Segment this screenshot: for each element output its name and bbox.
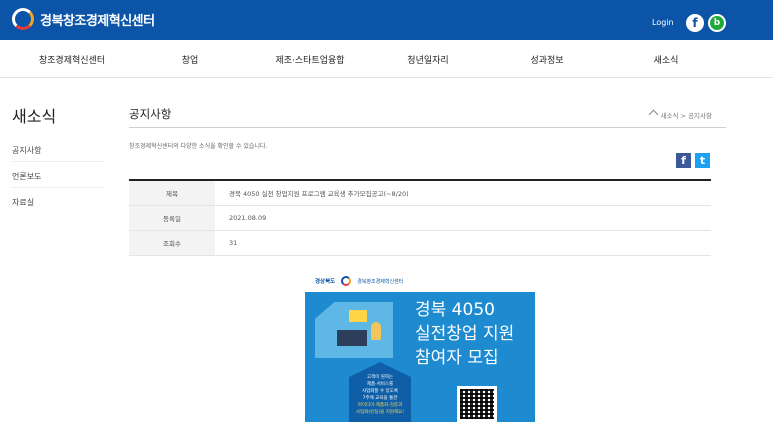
band-icon: b — [710, 16, 724, 30]
poster-center-text: 7주에 교육을 통한 — [362, 396, 398, 401]
poster-center-highlight: 아이디어·제품화·검증과 — [357, 403, 403, 408]
poster-title-line2: 실전창업 지원 — [415, 324, 515, 344]
poster-org2: 경북창조경제혁신센터 — [357, 278, 404, 285]
poster-title-line3: 참여자 모집 — [415, 348, 499, 368]
main-nav: 창조경제혁신센터 창업 제조·스타트업융합 청년일자리 성과정보 새소식 — [0, 40, 773, 78]
share-twitter-icon[interactable]: t — [695, 153, 710, 168]
info-value-views: 31 — [229, 239, 238, 247]
info-key-subject: 제목 — [129, 181, 215, 205]
info-key-views: 조회수 — [129, 231, 215, 255]
poster-image: 경상북도 경북창조경제혁신센터 경북 4050 실전창업 지원 참여자 모집 고… — [305, 270, 535, 422]
poster-title: 경북 4050 실전창업 지원 참여자 모집 — [415, 298, 514, 370]
breadcrumb: 새소식 > 공지사항 — [649, 110, 712, 120]
poster-center-text: 제품·서비스를 — [366, 382, 394, 387]
home-icon[interactable] — [649, 111, 658, 119]
poster-org1: 경상북도 — [315, 279, 336, 285]
nav-item-news[interactable]: 새소식 — [654, 53, 679, 66]
facebook-icon[interactable]: f — [686, 14, 704, 32]
poster-logo-icon — [341, 276, 352, 286]
site-logo[interactable]: 경북창조경제혁신센터 — [12, 8, 155, 30]
poster-title-line1: 경북 4050 — [415, 300, 495, 320]
logo-text: 경북창조경제혁신센터 — [40, 13, 155, 29]
info-value-subject: 경북 4050 실전 창업지원 프로그램 교육생 추가모집공고(~8/20) — [229, 190, 409, 198]
poster-center-hexagon: 고객이 원하는 제품·서비스를 사업화할 수 있도록 7주에 교육을 통한 아이… — [349, 362, 411, 422]
login-link[interactable]: Login — [652, 18, 674, 27]
nav-item-youth-jobs[interactable]: 청년일자리 — [407, 53, 448, 66]
poster-center-highlight: 사업화(런칭)을 지원해요! — [355, 410, 405, 415]
post-info-table: 제목 경북 4050 실전 창업지원 프로그램 교육생 추가모집공고(~8/20… — [129, 179, 711, 256]
info-row-views: 조회수 31 — [129, 231, 711, 256]
sidebar-title: 새소식 — [12, 107, 57, 126]
nav-item-startup[interactable]: 창업 — [182, 53, 199, 66]
band-icon-button[interactable]: b — [708, 14, 726, 32]
nav-item-center[interactable]: 창조경제혁신센터 — [39, 53, 105, 66]
sidebar-item-notice[interactable]: 공지사항 — [12, 136, 104, 162]
sidebar-item-press[interactable]: 언론보도 — [12, 162, 104, 188]
poster-center-text: 사업화할 수 있도록 — [362, 389, 398, 394]
info-row-subject: 제목 경북 4050 실전 창업지원 프로그램 교육생 추가모집공고(~8/20… — [129, 181, 711, 206]
page-description: 창조경제혁신센터의 다양한 소식을 확인할 수 있습니다. — [129, 143, 268, 150]
office-illustration-icon — [315, 302, 393, 358]
page-title: 공지사항 — [129, 107, 172, 121]
breadcrumb-text[interactable]: 새소식 > 공지사항 — [661, 110, 712, 120]
qr-code-icon — [457, 386, 497, 422]
poster-center-text: 고객이 원하는 — [366, 375, 394, 380]
poster-header: 경상북도 경북창조경제혁신센터 — [305, 270, 535, 292]
nav-item-performance[interactable]: 성과정보 — [530, 53, 563, 66]
info-key-date: 등록일 — [129, 206, 215, 230]
nav-item-manufacturing[interactable]: 제조·스타트업융합 — [275, 53, 344, 66]
logo-ring-icon — [12, 8, 34, 30]
sidebar-menu: 공지사항 언론보도 자료실 — [12, 136, 104, 214]
info-value-date: 2021.08.09 — [229, 214, 267, 222]
title-divider — [129, 127, 726, 128]
info-row-date: 등록일 2021.08.09 — [129, 206, 711, 231]
share-facebook-icon[interactable]: f — [676, 153, 691, 168]
top-bar: 경북창조경제혁신센터 Login f b — [0, 0, 773, 40]
sidebar-item-archive[interactable]: 자료실 — [12, 188, 104, 214]
